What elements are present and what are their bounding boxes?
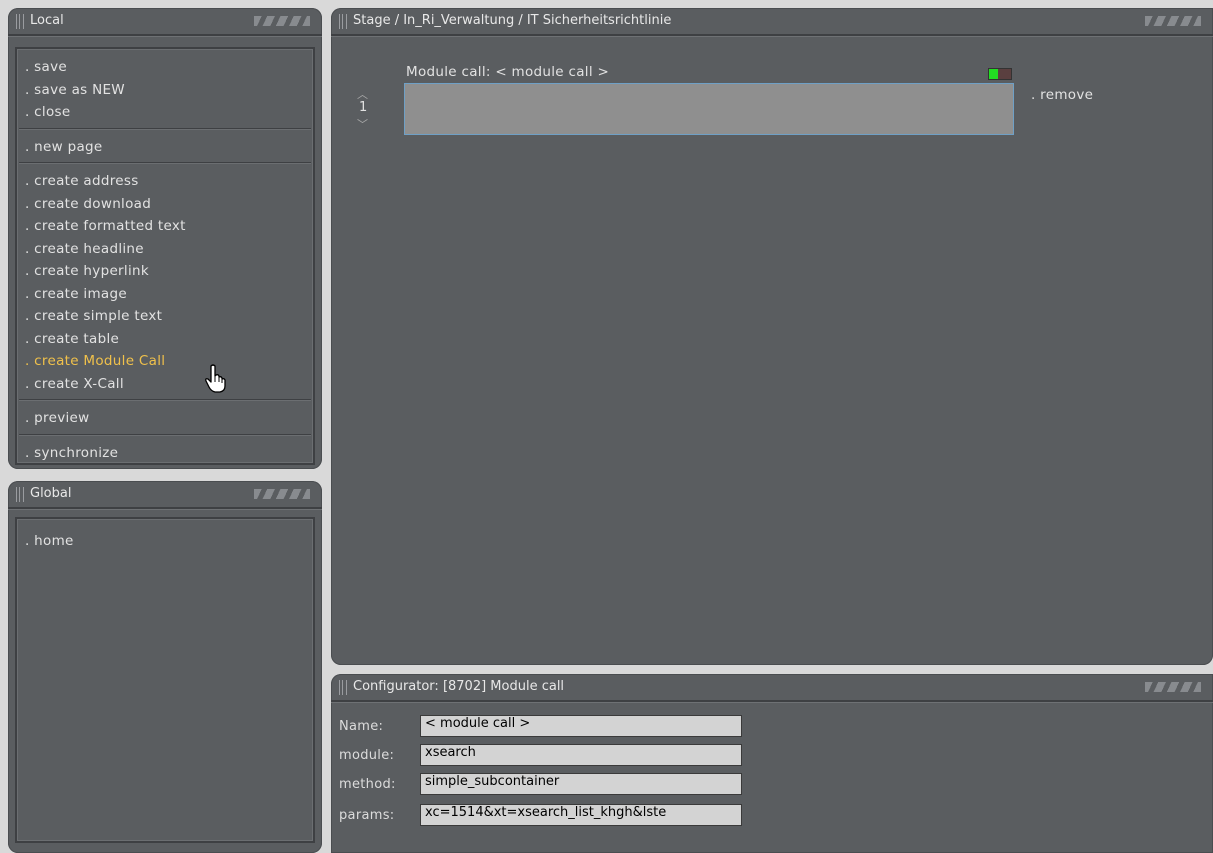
params-row: params: xc=1514&xt=xsearch_list_khgh&lst… [339,804,749,828]
stripes-icon [254,16,310,26]
module-call-content[interactable] [404,83,1014,135]
module-label: module: [339,748,395,763]
menu-item-home[interactable]: . home [25,530,305,553]
global-panel-title: Global [30,486,72,501]
local-panel-title: Local [30,13,64,28]
menu-divider [19,127,311,130]
stage-panel: Stage / In_Ri_Verwaltung / IT Sicherheit… [331,8,1213,665]
menu-item-create-x-call[interactable]: . create X-Call [25,373,305,396]
menu-divider [19,433,311,436]
configurator-panel: Configurator: [8702] Module call Name: <… [331,674,1213,853]
module-block: Module call: < module call > ︿ 1 ﹀ . rem… [351,64,1131,144]
stripes-icon [1145,682,1201,692]
method-input[interactable]: simple_subcontainer [420,773,742,795]
configurator-title: Configurator: [8702] Module call [353,679,565,694]
status-dot [989,69,998,79]
method-label: method: [339,777,396,792]
menu-divider [19,399,311,401]
menu-item-save[interactable]: . save [25,56,305,79]
breadcrumb: Stage / In_Ri_Verwaltung / IT Sicherheit… [353,13,672,28]
remove-link[interactable]: . remove [1031,87,1093,103]
menu-item-create-formatted-text[interactable]: . create formatted text [25,215,305,238]
local-panel: Local . save . save as NEW . close . new… [8,8,322,469]
menu-item-create-simple-text[interactable]: . create simple text [25,305,305,328]
local-menu: . save . save as NEW . close . new page … [19,56,311,465]
menu-item-preview[interactable]: . preview [25,407,305,430]
order-number: 1 [359,100,368,115]
name-input[interactable]: < module call > [420,715,742,737]
global-panel-body: . home [15,517,315,843]
hand-cursor-icon [205,364,226,393]
menu-item-new-page[interactable]: . new page [25,136,305,159]
menu-item-create-module-call[interactable]: . create Module Call [25,350,305,373]
stripes-icon [254,489,310,499]
menu-item-close[interactable]: . close [25,101,305,124]
global-menu: . home [25,530,305,553]
menu-item-create-download[interactable]: . create download [25,193,305,216]
menu-divider [19,162,311,164]
name-row: Name: < module call > [339,715,749,739]
grip-icon [16,14,24,29]
configurator-titlebar: Configurator: [8702] Module call [331,674,1213,702]
menu-item-create-hyperlink[interactable]: . create hyperlink [25,260,305,283]
menu-item-synchronize[interactable]: . synchronize [25,442,305,465]
params-label: params: [339,808,395,823]
status-indicator [988,68,1012,80]
grip-icon [339,14,347,29]
menu-item-create-table[interactable]: . create table [25,328,305,351]
params-input[interactable]: xc=1514&xt=xsearch_list_khgh&lste [420,804,742,826]
module-row: module: xsearch [339,744,749,768]
grip-icon [339,680,347,695]
global-panel: Global . home [8,481,322,853]
method-row: method: simple_subcontainer [339,773,749,797]
grip-icon [16,487,24,502]
global-panel-titlebar: Global [8,481,322,509]
menu-item-create-address[interactable]: . create address [25,170,305,193]
local-panel-titlebar: Local [8,8,322,36]
stage-titlebar: Stage / In_Ri_Verwaltung / IT Sicherheit… [331,8,1213,36]
menu-item-create-headline[interactable]: . create headline [25,238,305,261]
menu-item-save-as-new[interactable]: . save as NEW [25,79,305,102]
menu-item-create-image[interactable]: . create image [25,283,305,306]
move-down-icon[interactable]: ﹀ [357,116,368,132]
local-panel-body: . save . save as NEW . close . new page … [15,47,315,465]
module-call-label: Module call: < module call > [406,64,610,80]
module-input[interactable]: xsearch [420,744,742,766]
stripes-icon [1145,16,1201,26]
name-label: Name: [339,719,384,734]
